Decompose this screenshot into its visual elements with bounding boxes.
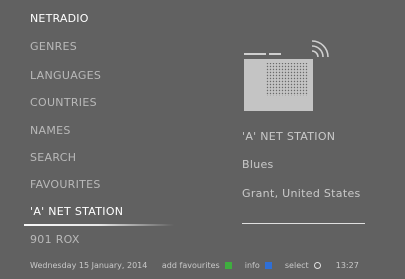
footer-bar: Wednesday 15 January, 2014 add favourite… xyxy=(30,261,397,270)
clock-time: 13:27 xyxy=(335,261,359,270)
menu-item-names[interactable]: NAMES xyxy=(30,124,71,137)
menu-item-901-rox[interactable]: 901 ROX xyxy=(30,233,80,246)
page-title: NETRADIO xyxy=(30,12,89,25)
select-label: select xyxy=(284,261,309,270)
station-name: 'A' NET STATION xyxy=(242,130,336,143)
info-label: info xyxy=(244,261,260,270)
station-location: Grant, United States xyxy=(242,187,361,200)
green-key-icon[interactable] xyxy=(225,262,233,269)
menu-item-favourites[interactable]: FAVOURITES xyxy=(30,178,101,191)
selection-highlight xyxy=(24,224,174,226)
blue-key-icon[interactable] xyxy=(265,262,273,269)
radio-icon xyxy=(244,40,329,111)
menu-item-search[interactable]: SEARCH xyxy=(30,151,76,164)
menu-item-languages[interactable]: LANGUAGES xyxy=(30,69,101,82)
select-ring-icon[interactable] xyxy=(314,262,322,269)
menu-item-genres[interactable]: GENRES xyxy=(30,40,77,53)
add-favourites-label: add favourites xyxy=(161,261,220,270)
menu-item-countries[interactable]: COUNTRIES xyxy=(30,96,97,109)
netradio-screen: NETRADIO GENRES LANGUAGES COUNTRIES NAME… xyxy=(0,0,405,279)
info-divider xyxy=(242,223,365,224)
station-genre: Blues xyxy=(242,158,274,171)
menu-item-selected-station[interactable]: 'A' NET STATION xyxy=(30,205,123,218)
footer-date: Wednesday 15 January, 2014 xyxy=(30,261,148,270)
